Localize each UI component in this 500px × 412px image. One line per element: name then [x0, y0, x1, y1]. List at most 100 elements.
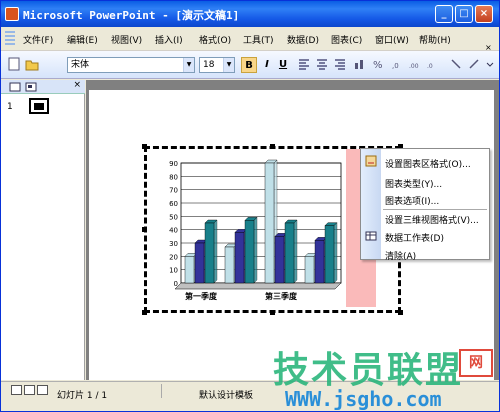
ctx-datasheet[interactable]: 数据工作表(D): [385, 231, 444, 244]
bar: [324, 225, 335, 284]
resize-handle[interactable]: [270, 144, 275, 149]
chevron-down-icon[interactable]: ▼: [183, 58, 194, 72]
svg-text:.00: .00: [409, 63, 419, 70]
y-tick-label: 70: [169, 187, 178, 195]
menu-grip-handle[interactable]: [5, 31, 15, 47]
resize-handle[interactable]: [142, 227, 147, 232]
menu-view[interactable]: 视图(V): [111, 33, 142, 46]
resize-handle[interactable]: [142, 310, 147, 315]
menu-bar: 文件(F) 编辑(E) 视图(V) 插入(I) 格式(O) 工具(T) 数据(D…: [1, 27, 499, 52]
angle-text-up-icon[interactable]: [467, 57, 481, 71]
decrease-decimal-icon[interactable]: .0: [427, 57, 441, 71]
resize-handle[interactable]: [270, 310, 275, 315]
bar-side: [253, 216, 258, 284]
slideshow-view-icon[interactable]: [37, 385, 48, 395]
menu-separator: [383, 209, 487, 210]
angle-text-down-icon[interactable]: [449, 57, 463, 71]
menu-format[interactable]: 格式(O): [199, 33, 231, 46]
ctx-clear[interactable]: 清除(A): [385, 249, 416, 262]
chart-by-row-icon[interactable]: [353, 57, 367, 71]
bar: [224, 246, 235, 284]
status-divider: [161, 384, 162, 398]
y-tick-label: 90: [169, 160, 178, 168]
open-folder-icon[interactable]: [25, 57, 39, 71]
font-name-value: 宋体: [71, 60, 90, 70]
menu-window[interactable]: 窗口(W): [375, 33, 409, 46]
bar: [204, 222, 215, 284]
align-center-icon[interactable]: [315, 57, 329, 71]
bold-button[interactable]: B: [241, 57, 257, 73]
format-chart-icon: [365, 155, 377, 167]
slide-indicator: 幻灯片 1 / 1: [57, 391, 108, 401]
resize-handle[interactable]: [398, 310, 403, 315]
minimize-button[interactable]: _: [435, 5, 453, 23]
normal-view-icon[interactable]: [11, 385, 22, 395]
formatting-toolbar: 宋体 ▼ 18 ▼ B I U % ,0 .00 .0: [1, 51, 499, 79]
bar: [234, 232, 245, 284]
menu-help[interactable]: 帮助(H): [419, 33, 451, 46]
align-right-icon[interactable]: [333, 57, 347, 71]
window-title: Microsoft PowerPoint - [演示文稿1]: [23, 9, 240, 22]
increase-decimal-icon[interactable]: .00: [409, 57, 423, 71]
ctx-format-chart-area[interactable]: 设置图表区格式(O)...: [385, 157, 471, 170]
y-tick-label: 20: [169, 253, 178, 261]
bar-chart[interactable]: 0102030405060708090第一季度 第三季度: [149, 151, 349, 303]
new-document-icon[interactable]: [7, 57, 21, 71]
close-pane-icon[interactable]: ×: [73, 80, 81, 90]
menu-data[interactable]: 数据(D): [287, 33, 319, 46]
pane-tabs: ×: [1, 80, 85, 94]
y-tick-label: 10: [169, 267, 178, 275]
menu-file[interactable]: 文件(F): [23, 33, 53, 46]
bar: [264, 162, 275, 284]
bar: [184, 256, 195, 284]
bar-side: [213, 219, 218, 284]
slides-pane: × 1: [1, 80, 85, 380]
menu-edit[interactable]: 编辑(E): [67, 33, 98, 46]
y-tick-label: 80: [169, 173, 178, 181]
slide-sorter-view-icon[interactable]: [24, 385, 35, 395]
bar: [284, 222, 295, 284]
menu-tools[interactable]: 工具(T): [243, 33, 274, 46]
outline-tab-icon[interactable]: [9, 81, 21, 93]
watermark-main: 技术员联盟: [273, 350, 464, 391]
align-left-icon[interactable]: [297, 57, 311, 71]
svg-text:.0: .0: [427, 63, 433, 70]
watermark-badge: 网: [459, 349, 493, 377]
bar-side: [333, 222, 338, 284]
font-name-combo[interactable]: 宋体 ▼: [67, 57, 195, 73]
view-buttons: [11, 385, 51, 397]
bar: [304, 256, 315, 284]
slide-thumbnail[interactable]: [29, 98, 49, 114]
underline-button[interactable]: U: [275, 57, 291, 73]
context-menu: 设置图表区格式(O)... 图表类型(Y)... 图表选项(I)... 设置三维…: [360, 148, 490, 262]
powerpoint-app-icon[interactable]: [5, 7, 19, 21]
slide-number: 1: [7, 102, 13, 112]
ctx-chart-type[interactable]: 图表类型(Y)...: [385, 177, 442, 190]
menu-insert[interactable]: 插入(I): [155, 33, 183, 46]
y-tick-label: 50: [169, 213, 178, 221]
maximize-button[interactable]: □: [455, 5, 473, 23]
slides-tab-icon[interactable]: [25, 81, 37, 93]
chart-floor: [174, 282, 342, 290]
italic-button[interactable]: I: [259, 57, 275, 73]
x-tick-label: 第三季度: [265, 291, 298, 301]
datasheet-icon: [365, 231, 377, 241]
menu-chart[interactable]: 图表(C): [331, 33, 362, 46]
bar: [244, 220, 255, 284]
ctx-3d-view-format[interactable]: 设置三维视图格式(V)...: [385, 213, 479, 226]
site-watermark: 技术员联盟 网 WWW.jsgho.com: [273, 341, 498, 411]
bar: [274, 236, 285, 284]
font-size-combo[interactable]: 18 ▼: [199, 57, 235, 73]
percent-style-icon[interactable]: %: [371, 57, 385, 71]
title-bar[interactable]: Microsoft PowerPoint - [演示文稿1] _ □ ×: [1, 1, 499, 27]
y-tick-label: 30: [169, 240, 178, 248]
svg-text:%: %: [373, 60, 383, 71]
watermark-url: WWW.jsgho.com: [285, 387, 442, 411]
ctx-chart-options[interactable]: 图表选项(I)...: [385, 194, 439, 207]
resize-handle[interactable]: [142, 144, 147, 149]
x-tick-label: 第一季度: [185, 291, 218, 301]
toolbar-options-icon[interactable]: [485, 57, 495, 71]
chevron-down-icon[interactable]: ▼: [223, 58, 234, 72]
comma-style-icon[interactable]: ,0: [391, 57, 405, 71]
close-button[interactable]: ×: [475, 5, 493, 23]
